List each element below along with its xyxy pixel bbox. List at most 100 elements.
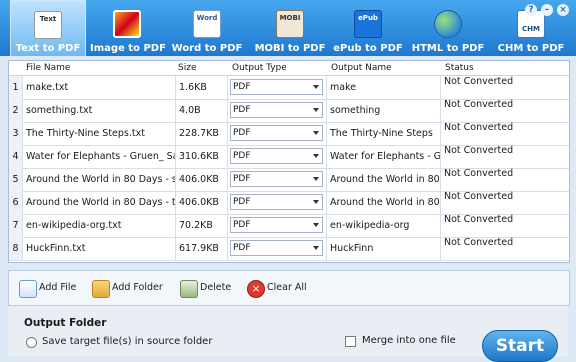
output-type-cell: PDF <box>228 145 327 168</box>
size-cell: 228.7KB <box>176 122 228 145</box>
output-type-select[interactable]: PDF <box>230 102 323 118</box>
file-name-cell: Around the World in 80 Days - sta <box>23 168 176 191</box>
row-number: 5 <box>9 168 23 191</box>
table-row[interactable]: 7 en-wikipedia-org.txt 70.2KB PDF en-wik… <box>9 214 569 238</box>
output-type-select[interactable]: PDF <box>230 79 323 95</box>
status-cell: Not Converted <box>444 99 514 110</box>
mobi-file-icon: MOBI <box>276 10 304 38</box>
output-type-select[interactable]: PDF <box>230 240 323 256</box>
grid-header: File Name Size Output Type Output Name S… <box>9 61 569 76</box>
size-cell: 310.6KB <box>176 145 228 168</box>
epub-file-icon: ePub <box>354 10 382 38</box>
add-file-icon <box>19 280 37 298</box>
close-button[interactable]: × <box>557 4 569 16</box>
tab-epub-to-pdf[interactable]: ePub ePub to PDF <box>331 0 405 56</box>
output-name-cell[interactable]: make <box>327 76 441 99</box>
chevron-down-icon <box>313 200 319 204</box>
status-cell: Not Converted <box>444 168 514 179</box>
merge-checkbox[interactable] <box>345 336 356 347</box>
header-size: Size <box>178 63 197 73</box>
file-grid[interactable]: File Name Size Output Type Output Name S… <box>8 60 570 263</box>
table-row[interactable]: 2 something.txt 4.0B PDF something Not C… <box>9 99 569 123</box>
tab-mobi-to-pdf[interactable]: MOBI MOBI to PDF <box>251 0 329 56</box>
file-name-cell: make.txt <box>23 76 176 99</box>
header-output-type: Output Type <box>232 63 287 73</box>
file-name-cell: The Thirty-Nine Steps.txt <box>23 122 176 145</box>
output-type-cell: PDF <box>228 122 327 145</box>
image-file-icon <box>113 10 141 38</box>
output-name-cell[interactable]: Water for Elephants - Gru <box>327 145 441 168</box>
output-type-cell: PDF <box>228 237 327 260</box>
table-row[interactable]: 1 make.txt 1.6KB PDF make Not Converted <box>9 76 569 100</box>
output-type-cell: PDF <box>228 214 327 237</box>
output-type-select[interactable]: PDF <box>230 194 323 210</box>
output-name-cell[interactable]: Around the World in 80 D <box>327 191 441 214</box>
table-row[interactable]: 6 Around the World in 80 Days - tag 406.… <box>9 191 569 215</box>
tab-image-to-pdf[interactable]: Image to PDF <box>90 0 166 56</box>
size-cell: 617.9KB <box>176 237 228 260</box>
delete-icon <box>180 280 198 298</box>
file-name-cell: HuckFinn.txt <box>23 237 176 260</box>
row-number: 2 <box>9 99 23 122</box>
top-tab-bar: Text Text to PDF Image to PDF Word Word … <box>0 0 576 56</box>
output-type-cell: PDF <box>228 168 327 191</box>
clear-all-button[interactable]: × Clear All <box>247 279 307 298</box>
output-name-cell[interactable]: en-wikipedia-org <box>327 214 441 237</box>
add-file-button[interactable]: Add File <box>19 279 76 298</box>
help-button[interactable]: ? <box>525 4 537 16</box>
status-cell: Not Converted <box>444 76 514 87</box>
output-type-select[interactable]: PDF <box>230 125 323 141</box>
output-type-cell: PDF <box>228 76 327 99</box>
status-cell: Not Converted <box>444 122 514 133</box>
save-in-source-label: Save target file(s) in source folder <box>42 336 213 347</box>
file-name-cell: en-wikipedia-org.txt <box>23 214 176 237</box>
tab-html-to-pdf[interactable]: HTML to PDF <box>410 0 486 56</box>
delete-button[interactable]: Delete <box>180 279 231 298</box>
chevron-down-icon <box>313 131 319 135</box>
row-number: 6 <box>9 191 23 214</box>
output-folder-title: Output Folder <box>24 317 107 329</box>
file-name-cell: Water for Elephants - Gruen_ Sara <box>23 145 176 168</box>
row-number: 3 <box>9 122 23 145</box>
row-number: 8 <box>9 237 23 260</box>
table-row[interactable]: 4 Water for Elephants - Gruen_ Sara 310.… <box>9 145 569 169</box>
output-name-cell[interactable]: something <box>327 99 441 122</box>
tab-word-to-pdf[interactable]: Word Word to PDF <box>170 0 244 56</box>
output-name-cell[interactable]: HuckFinn <box>327 237 441 260</box>
chevron-down-icon <box>313 223 319 227</box>
row-number: 7 <box>9 214 23 237</box>
folder-icon <box>92 280 110 298</box>
output-type-select[interactable]: PDF <box>230 148 323 164</box>
status-cell: Not Converted <box>444 191 514 202</box>
header-file-name: File Name <box>26 63 71 73</box>
start-button[interactable]: Start <box>482 330 558 362</box>
add-folder-button[interactable]: Add Folder <box>92 279 163 298</box>
minimize-button[interactable]: – <box>541 4 553 16</box>
output-type-select[interactable]: PDF <box>230 217 323 233</box>
table-row[interactable]: 3 The Thirty-Nine Steps.txt 228.7KB PDF … <box>9 122 569 146</box>
chevron-down-icon <box>313 154 319 158</box>
file-toolbar: Add File Add Folder Delete × Clear All <box>8 270 570 306</box>
status-cell: Not Converted <box>444 237 514 248</box>
save-in-source-radio[interactable] <box>26 337 37 348</box>
size-cell: 70.2KB <box>176 214 228 237</box>
chevron-down-icon <box>313 177 319 181</box>
header-output-name: Output Name <box>331 63 392 73</box>
size-cell: 406.0KB <box>176 168 228 191</box>
table-row[interactable]: 8 HuckFinn.txt 617.9KB PDF HuckFinn Not … <box>9 237 569 261</box>
output-type-cell: PDF <box>228 191 327 214</box>
text-file-icon: Text <box>34 11 62 39</box>
tab-text-to-pdf[interactable]: Text Text to PDF <box>10 0 86 56</box>
output-name-cell[interactable]: The Thirty-Nine Steps <box>327 122 441 145</box>
word-file-icon: Word <box>193 10 221 38</box>
table-row[interactable]: 5 Around the World in 80 Days - sta 406.… <box>9 168 569 192</box>
output-name-cell[interactable]: Around the World in 80 D <box>327 168 441 191</box>
chevron-down-icon <box>313 85 319 89</box>
html-globe-icon <box>434 10 462 38</box>
file-name-cell: Around the World in 80 Days - tag <box>23 191 176 214</box>
row-number: 4 <box>9 145 23 168</box>
size-cell: 406.0KB <box>176 191 228 214</box>
size-cell: 4.0B <box>176 99 228 122</box>
output-type-select[interactable]: PDF <box>230 171 323 187</box>
merge-label: Merge into one file <box>362 335 456 346</box>
